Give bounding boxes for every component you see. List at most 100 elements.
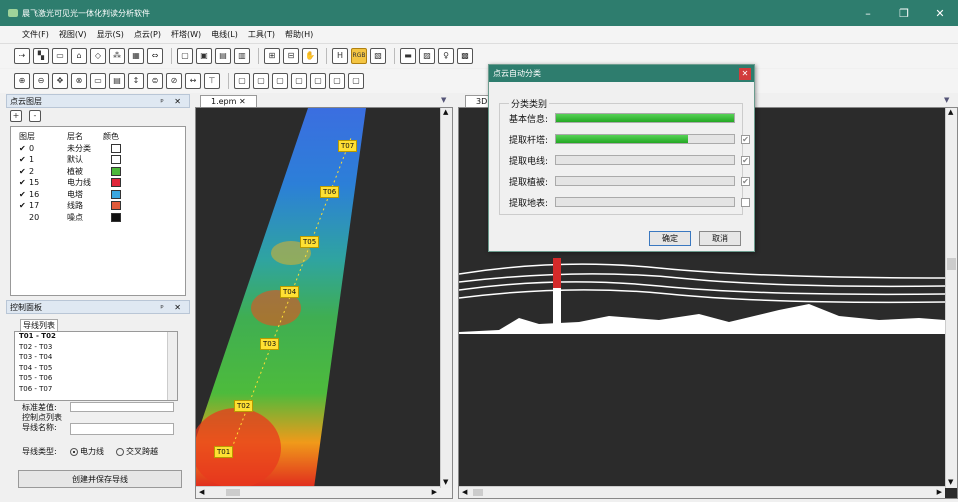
layer-checkbox[interactable]: ✔ [19, 144, 29, 153]
toolbar-button[interactable]: ▥ [234, 48, 250, 64]
tower-label-t07[interactable]: T07 [338, 140, 358, 152]
cancel-button[interactable]: 取消 [699, 231, 741, 246]
pan-hand-icon[interactable]: ✋ [302, 48, 318, 64]
panel-pin-close-icon[interactable]: ᵖ ✕ [160, 303, 185, 312]
menu-pointcloud[interactable]: 点云(P) [134, 29, 161, 40]
radio-selected-icon[interactable] [70, 447, 78, 456]
layer-color-swatch[interactable] [111, 155, 121, 165]
layer-color-swatch[interactable] [111, 212, 121, 222]
minimize-button[interactable]: – [850, 7, 886, 20]
left-vertical-scrollbar[interactable]: ▲ ▼ [440, 108, 452, 488]
scroll-up-icon[interactable]: ▲ [948, 108, 953, 116]
toolbar-button[interactable]: ⊘ [166, 73, 182, 89]
height-color-button[interactable]: H [332, 48, 348, 64]
toolbar-button[interactable]: ▧ [370, 48, 386, 64]
tower-label-t03[interactable]: T03 [260, 338, 280, 350]
layer-row[interactable]: ✔ 15 电力线 [19, 177, 185, 189]
scroll-right-icon[interactable]: ▶ [937, 488, 942, 496]
scroll-up-icon[interactable]: ▲ [443, 108, 448, 116]
rgb-color-button[interactable]: RGB [351, 48, 367, 64]
maximize-button[interactable]: ❐ [886, 7, 922, 20]
zoom-out-icon[interactable]: ⊖ [33, 73, 49, 89]
classify-checkbox[interactable]: ✔ [741, 134, 750, 144]
pointcloud-top-view[interactable]: T07 T06 T05 T04 T03 T02 T01 ▲ ▼ ◀ ▶ [195, 107, 453, 499]
toolbar-button[interactable]: ▢ [310, 73, 326, 89]
toolbar-button[interactable]: ▢ [177, 48, 193, 64]
tree-item[interactable]: T06 - T07 [15, 385, 177, 396]
toolbar-button[interactable]: ↔ [185, 73, 201, 89]
toolbar-button[interactable]: ⊗ [71, 73, 87, 89]
tree-item[interactable]: T01 - T02 [15, 332, 177, 343]
toolbar-button[interactable]: ▤ [109, 73, 125, 89]
toolbar-button[interactable]: ▦ [128, 48, 144, 64]
layer-checkbox[interactable]: ✔ [19, 178, 29, 187]
tower-label-t01[interactable]: T01 [214, 446, 234, 458]
tower-label-t02[interactable]: T02 [234, 400, 254, 412]
toolbar-button[interactable]: ▭ [90, 73, 106, 89]
scroll-thumb[interactable] [473, 489, 483, 496]
layer-row[interactable]: 20 噪点 [19, 212, 185, 224]
toolbar-button[interactable]: ⊜ [147, 73, 163, 89]
layer-row[interactable]: ✔ 1 默认 [19, 154, 185, 166]
toolbar-button[interactable]: ▨ [419, 48, 435, 64]
toolbar-button[interactable]: ▩ [457, 48, 473, 64]
scroll-left-icon[interactable]: ◀ [462, 488, 467, 496]
radio-icon[interactable] [116, 447, 124, 456]
scroll-right-icon[interactable]: ▶ [432, 488, 437, 496]
classify-checkbox[interactable]: ✔ [741, 176, 750, 186]
menu-display[interactable]: 显示(S) [97, 29, 124, 40]
left-horizontal-scrollbar[interactable]: ◀ ▶ [196, 486, 440, 498]
std-value-field[interactable] [70, 402, 174, 412]
layer-row[interactable]: ✔ 16 电塔 [19, 189, 185, 201]
tab-menu-icon[interactable]: ▼ [441, 96, 446, 104]
toolbar-button[interactable]: ▢ [272, 73, 288, 89]
toolbar-button[interactable]: ▚ [33, 48, 49, 64]
classify-checkbox[interactable] [741, 197, 750, 207]
ok-button[interactable]: 确定 [649, 231, 691, 246]
layer-row[interactable]: ✔ 0 未分类 [19, 143, 185, 155]
menu-help[interactable]: 帮助(H) [285, 29, 313, 40]
remove-layer-button[interactable]: - [29, 110, 41, 122]
menu-file[interactable]: 文件(F) [22, 29, 49, 40]
add-layer-button[interactable]: + [10, 110, 22, 122]
toolbar-button[interactable]: ⁂ [109, 48, 125, 64]
layer-checkbox[interactable]: ✔ [19, 201, 29, 210]
move-icon[interactable]: ✥ [52, 73, 68, 89]
menu-tower[interactable]: 杆塔(W) [171, 29, 201, 40]
tab-close-icon[interactable]: ✕ [239, 97, 246, 106]
layer-color-swatch[interactable] [111, 166, 121, 176]
toolbar-button[interactable]: ▭ [52, 48, 68, 64]
wire-type-radio-crossing[interactable]: 交叉跨越 [116, 446, 158, 457]
tab-epm-file[interactable]: 1.epm ✕ [200, 95, 257, 107]
panel-pin-close-icon[interactable]: ᵖ ✕ [160, 97, 185, 106]
tree-item[interactable]: T02 - T03 [15, 343, 177, 354]
dialog-close-button[interactable]: ✕ [739, 67, 751, 80]
toolbar-button[interactable]: ▢ [234, 73, 250, 89]
wire-type-radio-powerline[interactable]: 电力线 [70, 446, 104, 457]
tree-item[interactable]: T05 - T06 [15, 374, 177, 385]
toolbar-button[interactable]: ◇ [90, 48, 106, 64]
toolbar-button[interactable]: ⌂ [71, 48, 87, 64]
toolbar-button[interactable]: ▣ [196, 48, 212, 64]
scroll-thumb[interactable] [947, 258, 956, 270]
tower-label-t06[interactable]: T06 [320, 186, 340, 198]
layer-row[interactable]: ✔ 17 线路 [19, 200, 185, 212]
toolbar-button[interactable]: ⇢ [14, 48, 30, 64]
scroll-thumb[interactable] [226, 489, 240, 496]
scroll-down-icon[interactable]: ▼ [443, 478, 448, 486]
layer-color-swatch[interactable] [111, 189, 121, 199]
create-save-wire-button[interactable]: 创建并保存导线 [18, 470, 182, 488]
tree-item[interactable]: T03 - T04 [15, 353, 177, 364]
toolbar-button[interactable]: ▢ [253, 73, 269, 89]
toolbar-button[interactable]: ▢ [291, 73, 307, 89]
menu-tools[interactable]: 工具(T) [248, 29, 275, 40]
toolbar-button[interactable]: ▬ [400, 48, 416, 64]
menu-wire[interactable]: 电线(L) [211, 29, 238, 40]
toolbar-button[interactable]: ⊟ [283, 48, 299, 64]
scroll-down-icon[interactable]: ▼ [948, 478, 953, 486]
layer-color-swatch[interactable] [111, 143, 121, 153]
scroll-left-icon[interactable]: ◀ [199, 488, 204, 496]
toolbar-button[interactable]: ⊤ [204, 73, 220, 89]
wire-name-field[interactable] [70, 423, 174, 435]
tower-label-t05[interactable]: T05 [300, 236, 320, 248]
